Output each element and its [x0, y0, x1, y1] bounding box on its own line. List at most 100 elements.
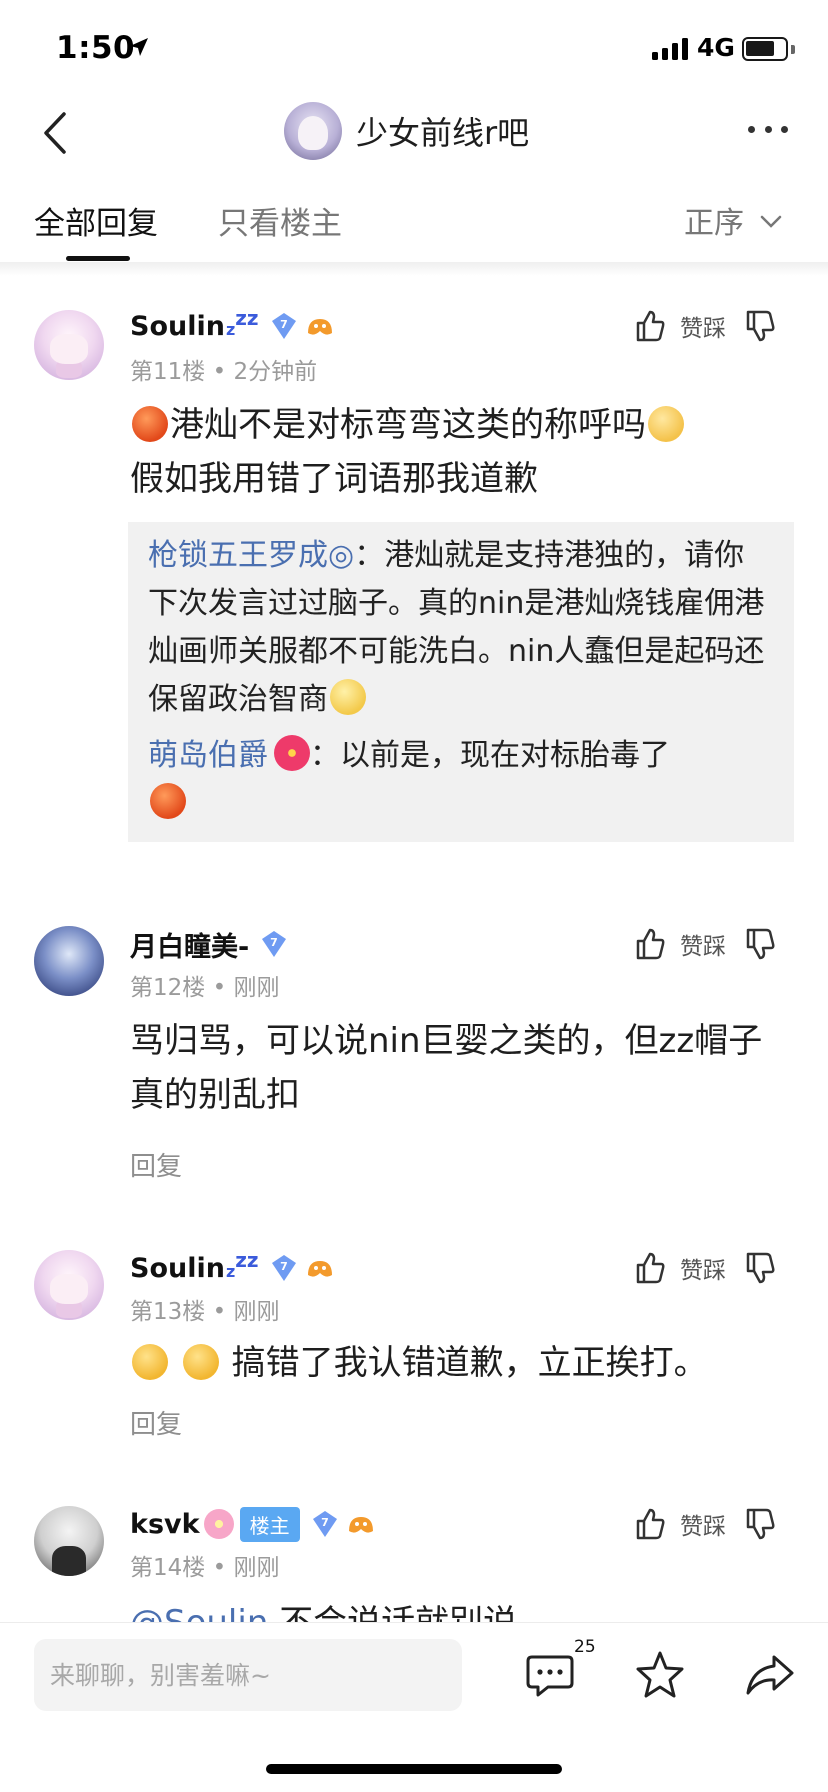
post-meta: 第12楼 • 刚刚: [130, 975, 280, 1001]
thumbs-up-icon[interactable]: [634, 1251, 666, 1285]
star-icon[interactable]: [634, 1649, 686, 1701]
vote-group: 赞踩: [634, 1504, 776, 1544]
game-badge-icon: [348, 1517, 373, 1533]
game-badge-icon: [307, 1261, 332, 1277]
location-arrow-icon: [130, 38, 148, 56]
thumbs-up-icon[interactable]: [634, 1507, 666, 1541]
back-icon[interactable]: [36, 110, 76, 156]
post-meta: 第14楼 • 刚刚: [130, 1555, 280, 1581]
flower-icon: [203, 1509, 234, 1539]
forum-header[interactable]: 少女前线r吧: [284, 98, 529, 164]
svg-text:7: 7: [321, 1516, 329, 1529]
more-icon[interactable]: [748, 126, 788, 138]
avatar[interactable]: [34, 1250, 104, 1320]
angry-emoji-icon: [150, 783, 186, 819]
thumbs-down-icon[interactable]: [744, 1251, 776, 1285]
username[interactable]: ksvk: [130, 1509, 200, 1540]
quote-author[interactable]: 萌岛伯爵: [148, 738, 268, 773]
vote-label: 赞踩: [680, 934, 726, 960]
floor-number: 第12楼: [130, 975, 206, 1001]
post-time: 2分钟前: [233, 359, 318, 385]
quote-text: 以前是，现在对标胎毒了: [340, 738, 670, 773]
svg-text:7: 7: [270, 936, 278, 949]
sort-dropdown[interactable]: 正序: [684, 198, 782, 242]
tab-only-op[interactable]: 只看楼主: [218, 198, 342, 243]
hibiscus-icon: [274, 735, 310, 771]
avatar[interactable]: [34, 1506, 104, 1576]
crying-emoji-icon: [182, 1344, 219, 1380]
name-suffix: zzz: [225, 306, 259, 339]
thumbs-up-icon[interactable]: [634, 309, 666, 343]
thumbs-down-icon[interactable]: [744, 927, 776, 961]
post-time: 刚刚: [233, 1555, 280, 1581]
quote-author[interactable]: 枪锁五王罗成◎: [148, 538, 354, 573]
post-time: 刚刚: [233, 975, 280, 1001]
floor-number: 第13楼: [130, 1299, 206, 1325]
avatar[interactable]: [34, 926, 104, 996]
signal-icon: [652, 38, 690, 60]
forum-avatar: [284, 102, 342, 160]
reply-button[interactable]: 回复: [130, 1404, 182, 1441]
post-content: 骂归骂，可以说nin巨婴之类的，但zz帽子真的别乱扣: [130, 1021, 763, 1115]
level-badge-icon: 7: [271, 313, 296, 339]
comment-input[interactable]: [34, 1639, 462, 1711]
sweat-emoji-icon: [330, 679, 366, 715]
vote-label: 赞踩: [680, 1514, 726, 1540]
thumbs-down-icon[interactable]: [744, 1507, 776, 1541]
floor-number: 第14楼: [130, 1555, 206, 1581]
thumbs-down-icon[interactable]: [744, 309, 776, 343]
post-content: @Soulin 不会说话就别说: [130, 1596, 794, 1622]
vote-label: 赞踩: [680, 1258, 726, 1284]
game-badge-icon: [307, 319, 332, 335]
reply-tabs: 全部回复 只看楼主 正序: [0, 190, 828, 264]
floor-number: 第11楼: [130, 359, 206, 385]
crying-emoji-icon: [132, 1344, 168, 1380]
name-suffix: zzz: [225, 1248, 259, 1281]
tab-all-replies[interactable]: 全部回复: [34, 198, 158, 243]
username-line: 月白瞳美- 7: [130, 924, 289, 964]
avatar[interactable]: [34, 310, 104, 380]
sort-label: 正序: [684, 206, 744, 241]
vote-group: 赞踩: [634, 306, 776, 346]
share-icon[interactable]: [744, 1649, 796, 1701]
comment-icon[interactable]: [524, 1649, 576, 1701]
status-bar: 1:50 4G: [0, 0, 828, 100]
comment-count: 25: [574, 1637, 596, 1657]
level-badge-icon: 7: [312, 1511, 337, 1537]
home-indicator: [266, 1764, 562, 1774]
vote-group: 赞踩: [634, 1248, 776, 1288]
nav-bar: 少女前线r吧: [0, 96, 828, 170]
post-meta: 第11楼 • 2分钟前: [130, 359, 318, 385]
username[interactable]: Soulin: [130, 1253, 225, 1284]
forum-title: 少女前线r吧: [356, 114, 530, 152]
network-label: 4G: [697, 33, 735, 62]
reply-button[interactable]: 回复: [130, 1146, 182, 1183]
chevron-down-icon: [760, 215, 782, 228]
quote-reply: 枪锁五王罗成◎：港灿就是支持港独的，请你下次发言过过脑子。真的nin是港灿烧钱雇…: [148, 538, 765, 717]
angry-emoji-icon: [132, 406, 168, 442]
quoted-replies[interactable]: 枪锁五王罗成◎：港灿就是支持港独的，请你下次发言过过脑子。真的nin是港灿烧钱雇…: [128, 522, 794, 842]
status-time: 1:50: [56, 30, 136, 66]
username-line: ksvk 楼主 7: [130, 1504, 376, 1544]
mention-link[interactable]: @Soulin: [130, 1603, 268, 1622]
quote-reply: 萌岛伯爵 ：以前是，现在对标胎毒了: [148, 732, 774, 828]
vote-group: 赞踩: [634, 924, 776, 964]
post-meta: 第13楼 • 刚刚: [130, 1299, 280, 1325]
svg-text:7: 7: [280, 1260, 288, 1273]
vote-label: 赞踩: [680, 316, 726, 342]
svg-text:7: 7: [280, 318, 288, 331]
username[interactable]: 月白瞳美-: [130, 925, 249, 964]
username-line: Soulin zzz 7: [130, 1248, 335, 1288]
post-content: 搞错了我认错道歉，立正挨打。: [130, 1336, 794, 1390]
op-badge: 楼主: [239, 1506, 300, 1542]
battery-icon: [742, 37, 788, 61]
username[interactable]: Soulin: [130, 311, 225, 342]
post-floor-14: ksvk 楼主 7 第14楼 • 刚刚 赞踩 @Soulin 不会说话就别说: [0, 1500, 828, 1622]
username-line: Soulin zzz 7: [130, 306, 335, 346]
level-badge-icon: 7: [271, 1255, 296, 1281]
thumbs-up-icon[interactable]: [634, 927, 666, 961]
post-time: 刚刚: [233, 1299, 280, 1325]
post-content: 港灿不是对标弯弯这类的称呼吗 假如我用错了词语那我道歉: [130, 398, 794, 506]
tab-underline: [66, 256, 130, 261]
thinking-emoji-icon: [648, 406, 684, 442]
